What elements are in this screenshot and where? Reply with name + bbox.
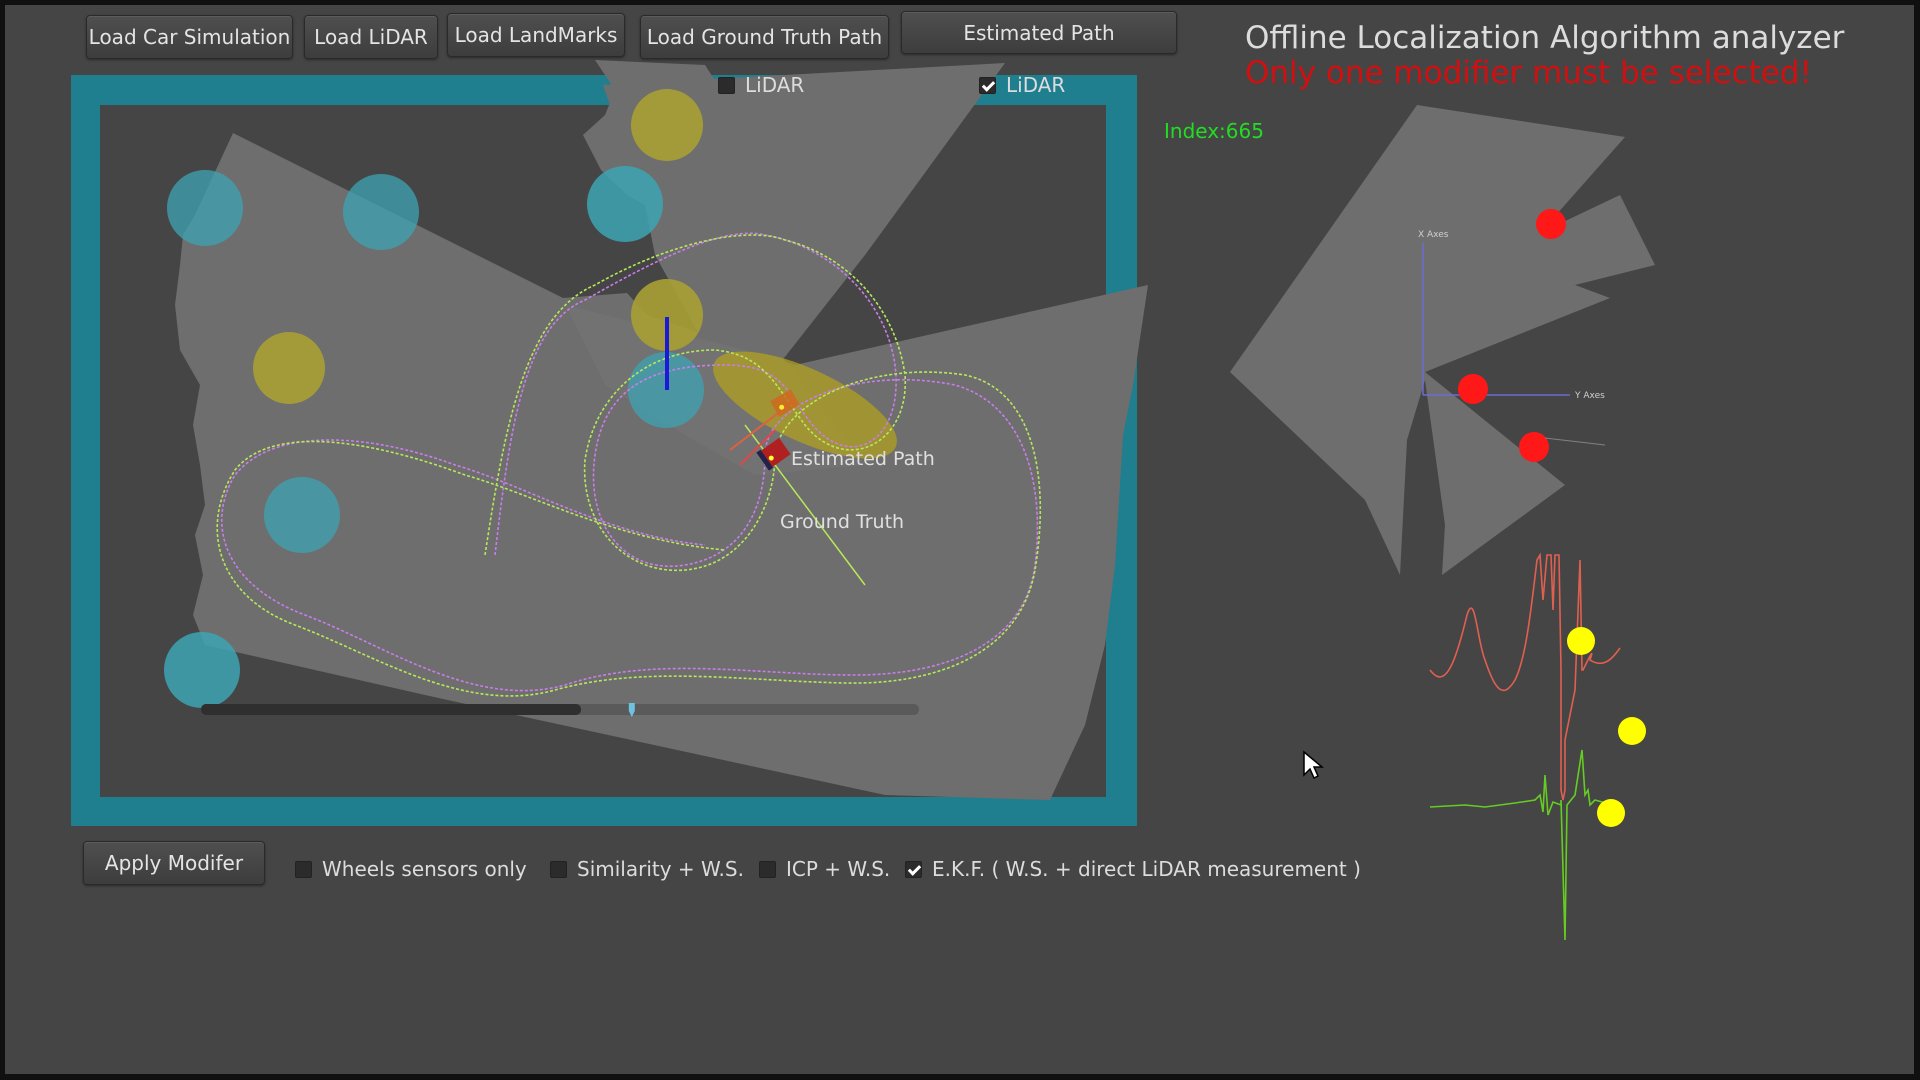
lidar-toggle-right[interactable]: LiDAR [979, 73, 1065, 97]
modifier-ekf[interactable]: E.K.F. ( W.S. + direct LiDAR measurement… [905, 857, 1361, 881]
modifier-icp[interactable]: ICP + W.S. [759, 857, 890, 881]
playback-slider-fill [201, 704, 581, 715]
ekf-label: E.K.F. ( W.S. + direct LiDAR measurement… [932, 857, 1361, 881]
modifier-wheels-only[interactable]: Wheels sensors only [295, 857, 527, 881]
lidar-toggle-left[interactable]: LiDAR [718, 73, 804, 97]
y-axis-label: Y Axes [1574, 391, 1605, 401]
icp-checkbox[interactable] [759, 860, 776, 878]
signal-red-trace [1429, 552, 1621, 801]
signal-green-trace [1429, 749, 1621, 941]
similarity-label: Similarity + W.S. [577, 857, 744, 881]
lidar-right-label: LiDAR [1006, 73, 1066, 97]
lidar-scan-view: X Axes Y Axes [1230, 105, 1655, 575]
wheels-only-checkbox[interactable] [295, 860, 312, 878]
similarity-checkbox[interactable] [550, 860, 567, 878]
apply-modifier-button[interactable]: Apply Modifer [83, 841, 265, 885]
peak-markers [1567, 627, 1646, 827]
estimated-path-label: Estimated Path [791, 448, 935, 470]
lidar-left-label: LiDAR [745, 73, 805, 97]
cursor-arrow-icon [1303, 750, 1325, 780]
modifier-similarity[interactable]: Similarity + W.S. [550, 857, 744, 881]
icp-label: ICP + W.S. [786, 857, 891, 881]
app-window: Load Car Simulation Load LiDAR Load Land… [5, 5, 1914, 1074]
x-axis-label: X Axes [1418, 230, 1449, 240]
lidar-left-checkbox[interactable] [718, 76, 735, 94]
lidar-right-checkbox checkmark-icon[interactable] [979, 76, 996, 94]
wheels-only-label: Wheels sensors only [322, 857, 527, 881]
signal-plot [1429, 552, 1646, 941]
ekf-checkbox checkmark-icon[interactable] [905, 860, 922, 878]
ground-truth-label: Ground Truth [780, 511, 904, 533]
